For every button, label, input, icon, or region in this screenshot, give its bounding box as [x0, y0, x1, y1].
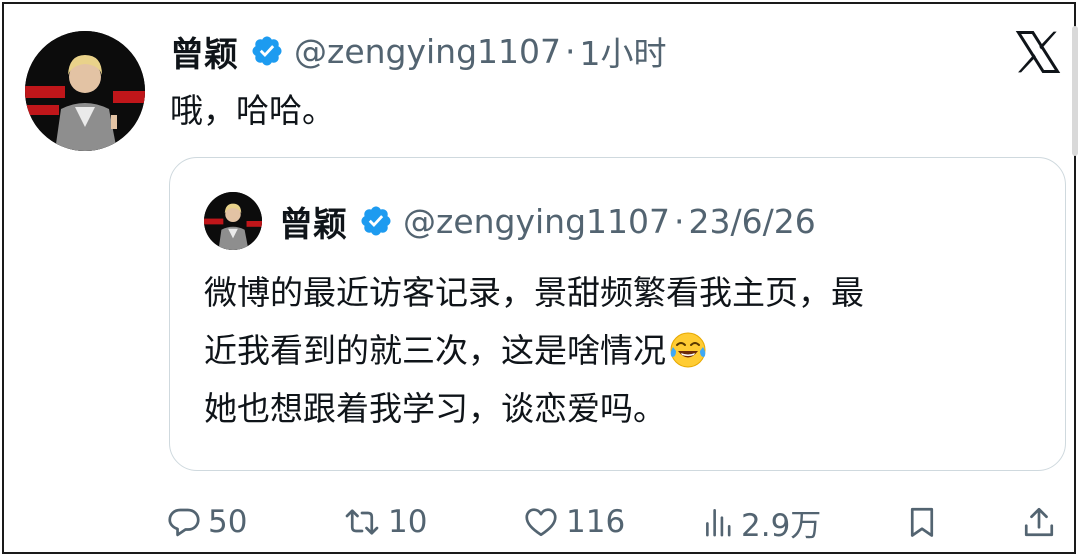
face-with-tears-of-joy-icon	[670, 332, 706, 368]
scrollbar[interactable]	[1072, 26, 1078, 156]
tweet-card: 曾颖 @zengying1107 · 1小时 哦，哈哈。 曾颖 @zengyin…	[2, 2, 1078, 554]
share-icon	[1024, 507, 1054, 537]
reply-count: 50	[208, 504, 248, 540]
heart-icon	[525, 508, 557, 537]
reply-button[interactable]: 50	[166, 498, 247, 546]
quoted-author-name[interactable]: 曾颖	[279, 197, 347, 246]
tweet-time[interactable]: 1小时	[580, 27, 667, 75]
quoted-text-line: 微博的最近访客记录，景甜频繁看我主页，最	[204, 273, 864, 312]
tweet-text: 哦，哈哈。	[170, 91, 335, 130]
quoted-tweet-text: 微博的最近访客记录，景甜频繁看我主页，最 近我看到的就三次，这是啥情况 她也想跟…	[204, 264, 1044, 438]
quoted-text-line-content: 近我看到的就三次，这是啥情况	[204, 331, 666, 370]
quoted-author-handle[interactable]: @zengying1107	[403, 202, 670, 241]
author-handle[interactable]: @zengying1107	[294, 32, 561, 71]
like-button[interactable]: 116	[522, 498, 625, 546]
separator-dot: ·	[674, 201, 685, 241]
quoted-text-line: 近我看到的就三次，这是啥情况	[204, 322, 1044, 380]
verified-badge-icon	[361, 206, 391, 236]
quoted-header: 曾颖 @zengying1107 · 23/6/26	[279, 196, 816, 246]
tweet-header: 曾颖 @zengying1107 · 1小时	[170, 26, 667, 76]
views-count: 2.9万	[741, 507, 822, 544]
separator-dot: ·	[565, 31, 576, 71]
retweet-count: 10	[388, 504, 428, 540]
quoted-text-line: 她也想跟着我学习，谈恋爱吗。	[204, 389, 666, 428]
avatar[interactable]	[25, 31, 145, 151]
quoted-tweet[interactable]: 曾颖 @zengying1107 · 23/6/26 微博的最近访客记录，景甜频…	[169, 157, 1066, 471]
views-button[interactable]: 2.9万	[703, 498, 821, 546]
like-count: 116	[566, 504, 626, 540]
action-bar: 50 10 116 2.9万	[4, 498, 1078, 546]
retweet-icon	[345, 509, 379, 535]
quoted-avatar[interactable]	[204, 192, 262, 250]
author-name[interactable]: 曾颖	[170, 27, 238, 76]
reply-icon	[168, 508, 200, 537]
quoted-tweet-date[interactable]: 23/6/26	[689, 202, 816, 241]
quoted-avatar-image	[204, 192, 262, 250]
bookmark-button[interactable]	[904, 498, 940, 546]
avatar-image	[25, 31, 145, 151]
bookmark-icon	[910, 507, 934, 537]
retweet-button[interactable]: 10	[342, 498, 427, 546]
views-icon	[706, 509, 731, 537]
verified-badge-icon	[252, 36, 282, 66]
x-logo-icon[interactable]	[1012, 26, 1064, 78]
share-button[interactable]	[1021, 498, 1057, 546]
